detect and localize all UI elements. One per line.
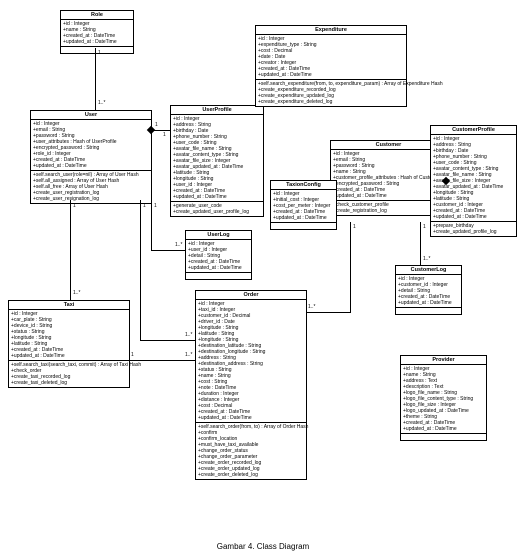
connector-user-userlog: [151, 200, 152, 250]
connector-role-user: [95, 48, 96, 110]
class-title: Order: [196, 291, 306, 300]
class-title: Provider: [401, 356, 486, 365]
figure-caption: Gambar 4. Class Diagram: [0, 542, 526, 551]
class-user: User +id : Integer +email : String +pass…: [30, 110, 152, 204]
class-title: CustomerProfile: [431, 126, 516, 135]
class-taxiconfig: TaxionConfig +id : Integer +initial_cost…: [270, 180, 337, 230]
connector-customer-order-h: [306, 312, 351, 313]
class-order: Order +id : Integer +taxi_id : Integer +…: [195, 290, 307, 480]
class-title: CustomerLog: [396, 266, 461, 275]
connector-user-order-h: [140, 340, 195, 341]
class-title: Role: [61, 11, 133, 20]
class-taxi: Taxi +id : Integer +car_plate : String +…: [8, 300, 130, 388]
class-title: User: [31, 111, 151, 120]
connector-customer-customerlog: [420, 222, 421, 265]
class-title: Expenditure: [256, 26, 406, 35]
class-userlog: UserLog +id : Integer +user_id : Integer…: [185, 230, 252, 280]
class-title: UserLog: [186, 231, 251, 240]
class-expenditure: Expenditure +id : Integer +expenditure_t…: [255, 25, 407, 107]
class-title: TaxionConfig: [271, 181, 336, 190]
connector-user-taxi: [70, 200, 71, 300]
connector-user-order-v: [140, 200, 141, 340]
class-customerlog: CustomerLog +id : Integer +customer_id :…: [395, 265, 462, 315]
connector-customer-order-v: [350, 222, 351, 312]
class-title: Taxi: [9, 301, 129, 310]
class-title: UserProfile: [171, 106, 263, 115]
connector-taxi-order: [129, 360, 195, 361]
class-role: Role +id : Integer +name : String +creat…: [60, 10, 134, 54]
class-title: Customer: [331, 141, 446, 150]
class-userprofile: UserProfile +id : Integer +address : Str…: [170, 105, 264, 217]
connector-user-userlog-h: [151, 250, 185, 251]
class-provider: Provider +id : Integer +name : String +a…: [400, 355, 487, 441]
